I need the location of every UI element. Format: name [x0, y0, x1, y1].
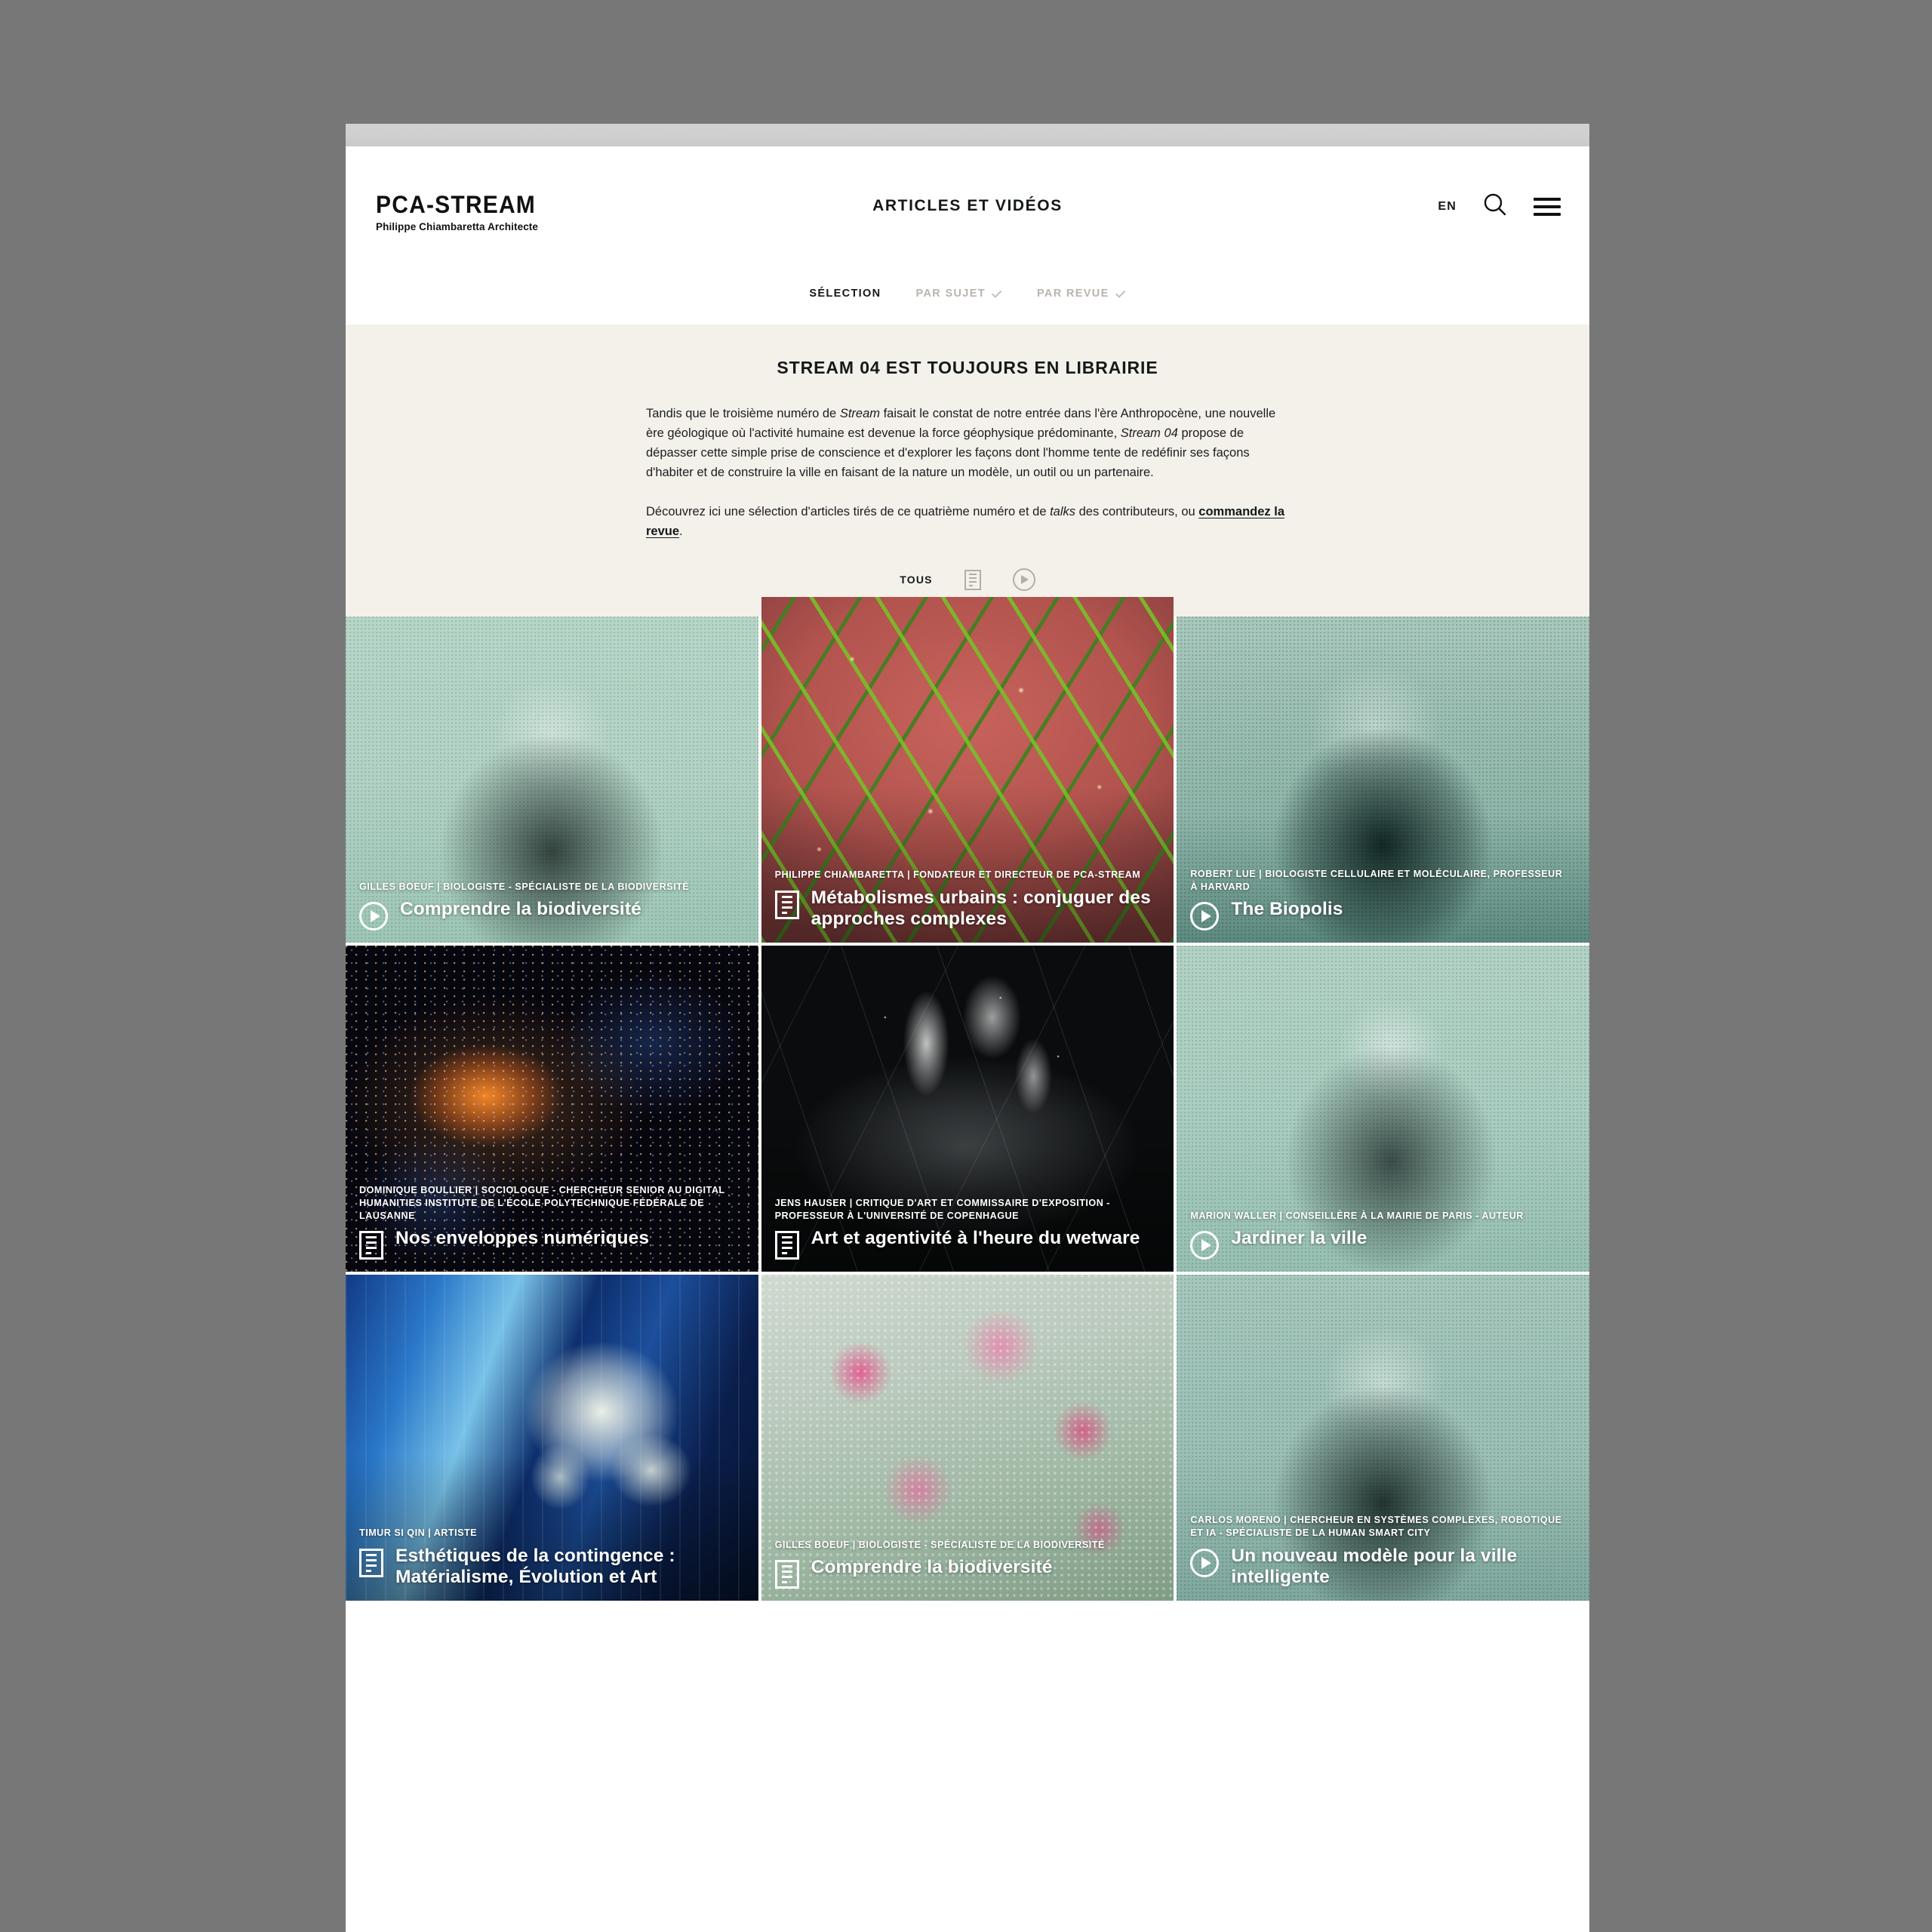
card-title: Jardiner la ville — [1231, 1228, 1367, 1249]
card-title: Esthétiques de la contingence : Matérial… — [395, 1545, 675, 1588]
play-icon — [1190, 1548, 1220, 1577]
card-overlay: CARLOS MORENO | CHERCHEUR EN SYSTÈMES CO… — [1177, 1514, 1589, 1601]
page-title: ARTICLES ET VIDÉOS — [872, 197, 1063, 214]
card-title: Art et agentivité à l'heure du wetware — [811, 1228, 1140, 1249]
article-card[interactable]: DOMINIQUE BOULLIER | SOCIOLOGUE - CHERCH… — [346, 946, 758, 1272]
category-subnav: SÉLECTION PAR SUJET PAR REVUE — [346, 285, 1589, 325]
intro-p1-emphasis-1: Stream — [839, 407, 880, 420]
search-button[interactable] — [1482, 192, 1508, 221]
document-icon — [774, 1231, 799, 1260]
site-header: PCA-STREAM Philippe Chiambaretta Archite… — [346, 146, 1589, 285]
card-kicker: MARION WALLER | CONSEILLÈRE À LA MAIRIE … — [1190, 1210, 1524, 1221]
intro-p1-emphasis-2: Stream 04 — [1120, 426, 1178, 441]
article-card[interactable]: CARLOS MORENO | CHERCHEUR EN SYSTÈMES CO… — [1177, 1275, 1589, 1601]
intro-panel: STREAM 04 EST TOUJOURS EN LIBRAIRIE Tand… — [346, 325, 1589, 617]
card-title-row: The Biopolis — [1190, 899, 1573, 931]
document-icon — [774, 890, 799, 919]
intro-paragraph-1: Tandis que le troisième numéro de Stream… — [646, 404, 1289, 482]
card-overlay: PHILIPPE CHIAMBARETTA | FONDATEUR ET DIR… — [761, 869, 1174, 943]
card-overlay: TIMUR SI QIN | ARTISTE Esthétiques de la… — [346, 1527, 758, 1601]
article-card[interactable]: TIMUR SI QIN | ARTISTE Esthétiques de la… — [346, 1275, 758, 1601]
card-title: Comprendre la biodiversité — [811, 1557, 1053, 1578]
card-kicker: GILLES BOEUF | BIOLOGISTE - SPÉCIALISTE … — [359, 881, 690, 892]
intro-p2-text-c: . — [679, 525, 683, 539]
browser-window: PCA-STREAM Philippe Chiambaretta Archite… — [346, 124, 1589, 1932]
article-card[interactable]: JENS HAUSER | CRITIQUE D'ART ET COMMISSA… — [761, 946, 1174, 1272]
document-icon — [359, 1231, 383, 1260]
chevron-down-icon — [991, 287, 1002, 298]
subnav-item-selection[interactable]: SÉLECTION — [809, 288, 881, 300]
article-card[interactable]: GILLES BOEUF | BIOLOGISTE - SPÉCIALISTE … — [761, 1275, 1174, 1601]
play-circle-filter-icon[interactable] — [1012, 568, 1035, 592]
card-title-row: Comprendre la biodiversité — [359, 899, 742, 931]
subnav-item-par-revue[interactable]: PAR REVUE — [1036, 287, 1126, 300]
card-kicker: GILLES BOEUF | BIOLOGISTE - SPÉCIALISTE … — [774, 1539, 1105, 1550]
menu-button[interactable] — [1534, 197, 1561, 216]
card-kicker: TIMUR SI QIN | ARTISTE — [359, 1527, 478, 1538]
intro-p2-text-a: Découvrez ici une sélection d'articles t… — [646, 505, 1051, 519]
intro-heading: STREAM 04 EST TOUJOURS EN LIBRAIRIE — [777, 358, 1158, 377]
card-title-row: Esthétiques de la contingence : Matérial… — [359, 1546, 742, 1589]
intro-paragraph-2: Découvrez ici une sélection d'articles t… — [646, 502, 1289, 541]
logo-tagline: Philippe Chiambaretta Architecte — [376, 221, 539, 232]
intro-body: Tandis que le troisième numéro de Stream… — [646, 404, 1289, 541]
card-title-row: Métabolismes urbains : conjuguer des app… — [774, 887, 1158, 931]
card-overlay: GILLES BOEUF | BIOLOGISTE - SPÉCIALISTE … — [346, 881, 758, 943]
card-title: Métabolismes urbains : conjuguer des app… — [811, 887, 1151, 930]
article-card[interactable]: PHILIPPE CHIAMBARETTA | FONDATEUR ET DIR… — [761, 597, 1174, 943]
article-card[interactable]: MARION WALLER | CONSEILLÈRE À LA MAIRIE … — [1177, 946, 1589, 1272]
card-overlay: ROBERT LUE | BIOLOGISTE CELLULAIRE ET MO… — [1177, 868, 1589, 943]
card-kicker: DOMINIQUE BOULLIER | SOCIOLOGUE - CHERCH… — [359, 1184, 725, 1221]
article-grid: GILLES BOEUF | BIOLOGISTE - SPÉCIALISTE … — [346, 597, 1589, 1601]
search-icon — [1482, 192, 1508, 221]
card-title: Un nouveau modèle pour la ville intellig… — [1231, 1545, 1518, 1588]
intro-p1-text-a: Tandis que le troisième numéro de — [646, 407, 840, 420]
filter-all-button[interactable]: TOUS — [900, 574, 932, 586]
language-switcher[interactable]: EN — [1438, 200, 1457, 214]
card-kicker: PHILIPPE CHIAMBARETTA | FONDATEUR ET DIR… — [774, 869, 1141, 880]
subnav-label: SÉLECTION — [809, 288, 881, 300]
play-icon — [1190, 902, 1220, 931]
play-icon — [359, 902, 388, 931]
browser-chrome-bar — [346, 124, 1589, 146]
card-title-row: Comprendre la biodiversité — [774, 1557, 1158, 1589]
card-title-row: Art et agentivité à l'heure du wetware — [774, 1228, 1158, 1260]
subnav-label: PAR SUJET — [915, 288, 986, 300]
card-title-row: Nos enveloppes numériques — [359, 1228, 742, 1260]
hamburger-menu-icon — [1534, 197, 1561, 216]
media-type-filters: TOUS — [346, 568, 1589, 592]
card-kicker: CARLOS MORENO | CHERCHEUR EN SYSTÈMES CO… — [1190, 1514, 1562, 1538]
card-overlay: DOMINIQUE BOULLIER | SOCIOLOGUE - CHERCH… — [346, 1184, 758, 1272]
card-title: Comprendre la biodiversité — [400, 899, 641, 920]
card-title-row: Jardiner la ville — [1190, 1228, 1573, 1260]
card-title: The Biopolis — [1231, 899, 1343, 920]
intro-p2-emphasis: talks — [1050, 505, 1076, 519]
intro-p2-text-b: des contributeurs, ou — [1075, 505, 1199, 519]
card-overlay: JENS HAUSER | CRITIQUE D'ART ET COMMISSA… — [761, 1197, 1174, 1272]
document-icon — [774, 1560, 799, 1589]
card-overlay: GILLES BOEUF | BIOLOGISTE - SPÉCIALISTE … — [761, 1539, 1174, 1601]
article-card[interactable]: ROBERT LUE | BIOLOGISTE CELLULAIRE ET MO… — [1177, 617, 1589, 943]
card-title: Nos enveloppes numériques — [395, 1228, 650, 1249]
document-icon — [359, 1548, 383, 1577]
article-card[interactable]: GILLES BOEUF | BIOLOGISTE - SPÉCIALISTE … — [346, 617, 758, 943]
document-filter-icon[interactable] — [964, 569, 981, 590]
play-icon — [1190, 1231, 1220, 1260]
card-kicker: ROBERT LUE | BIOLOGISTE CELLULAIRE ET MO… — [1190, 868, 1563, 892]
header-actions: EN — [1438, 192, 1561, 221]
subnav-item-par-sujet[interactable]: PAR SUJET — [915, 287, 1002, 300]
card-overlay: MARION WALLER | CONSEILLÈRE À LA MAIRIE … — [1177, 1210, 1589, 1272]
card-kicker: JENS HAUSER | CRITIQUE D'ART ET COMMISSA… — [774, 1197, 1111, 1221]
subnav-label: PAR REVUE — [1036, 288, 1109, 300]
card-title-row: Un nouveau modèle pour la ville intellig… — [1190, 1546, 1573, 1589]
chevron-down-icon — [1115, 287, 1125, 298]
